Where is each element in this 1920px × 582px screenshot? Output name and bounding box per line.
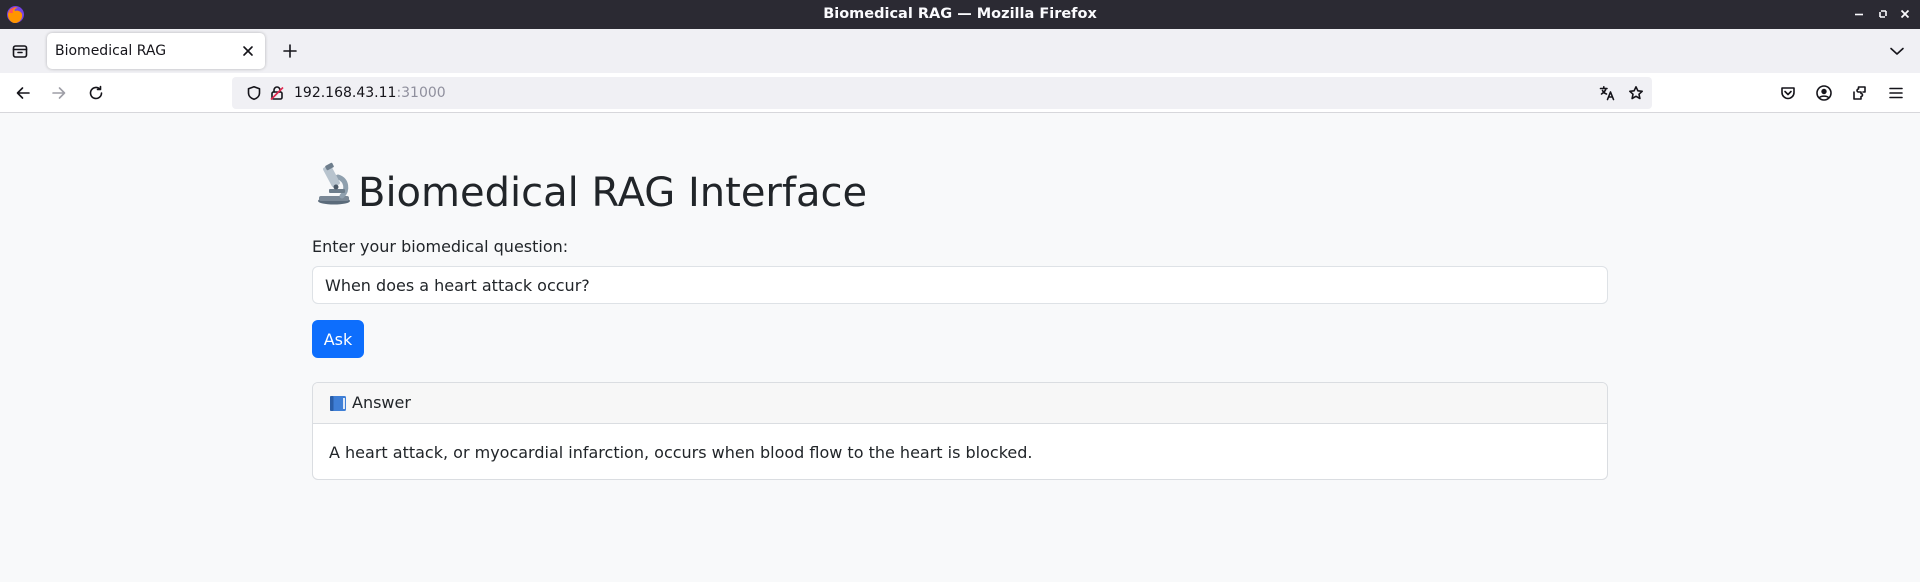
answer-header-text: Answer [352,393,411,412]
shield-icon[interactable] [246,85,262,101]
question-input[interactable] [312,266,1608,304]
answer-card-header: Answer [313,383,1607,424]
reload-icon[interactable] [87,84,105,102]
navigation-toolbar: 192.168.43.11:31000 [0,73,1920,113]
back-arrow-icon[interactable] [14,84,32,102]
window-title: Biomedical RAG — Mozilla Firefox [823,6,1097,22]
url-text[interactable]: 192.168.43.11:31000 [294,85,446,101]
url-host: 192.168.43.11 [294,85,397,101]
translate-icon[interactable] [1599,85,1615,101]
new-tab-plus-icon[interactable] [281,42,299,60]
tab-label: Biomedical RAG [55,43,167,59]
page-title-text: Biomedical RAG Interface [358,170,868,216]
bookmark-star-icon[interactable] [1628,85,1644,101]
question-label: Enter your biomedical question: [312,237,569,256]
close-tab-icon[interactable] [241,44,255,58]
chevron-down-icon[interactable] [1888,42,1906,60]
answer-card: Answer A heart attack, or myocardial inf… [312,382,1608,480]
restore-icon[interactable] [1875,6,1891,22]
pocket-icon[interactable] [1779,84,1797,102]
page-title: Biomedical RAG Interface [312,162,867,216]
microscope-icon [312,162,358,206]
url-bar[interactable]: 192.168.43.11:31000 [232,77,1652,109]
minimize-icon[interactable] [1851,6,1867,22]
extensions-icon[interactable] [1851,84,1869,102]
blue-book-icon [329,395,347,412]
answer-text: A heart attack, or myocardial infarction… [329,443,1033,462]
firefox-view-icon[interactable] [11,42,29,60]
account-icon[interactable] [1815,84,1833,102]
window-titlebar: Biomedical RAG — Mozilla Firefox [0,0,1920,29]
url-port: :31000 [396,85,446,101]
tab-biomedical-rag[interactable]: Biomedical RAG [47,33,265,69]
ask-button[interactable]: Ask [312,320,364,358]
insecure-lock-icon[interactable] [269,85,285,101]
hamburger-menu-icon[interactable] [1887,84,1905,102]
close-window-icon[interactable] [1897,6,1913,22]
tab-strip: Biomedical RAG [0,29,1920,73]
page-content: Biomedical RAG Interface Enter your biom… [0,114,1920,582]
forward-arrow-icon[interactable] [50,84,68,102]
